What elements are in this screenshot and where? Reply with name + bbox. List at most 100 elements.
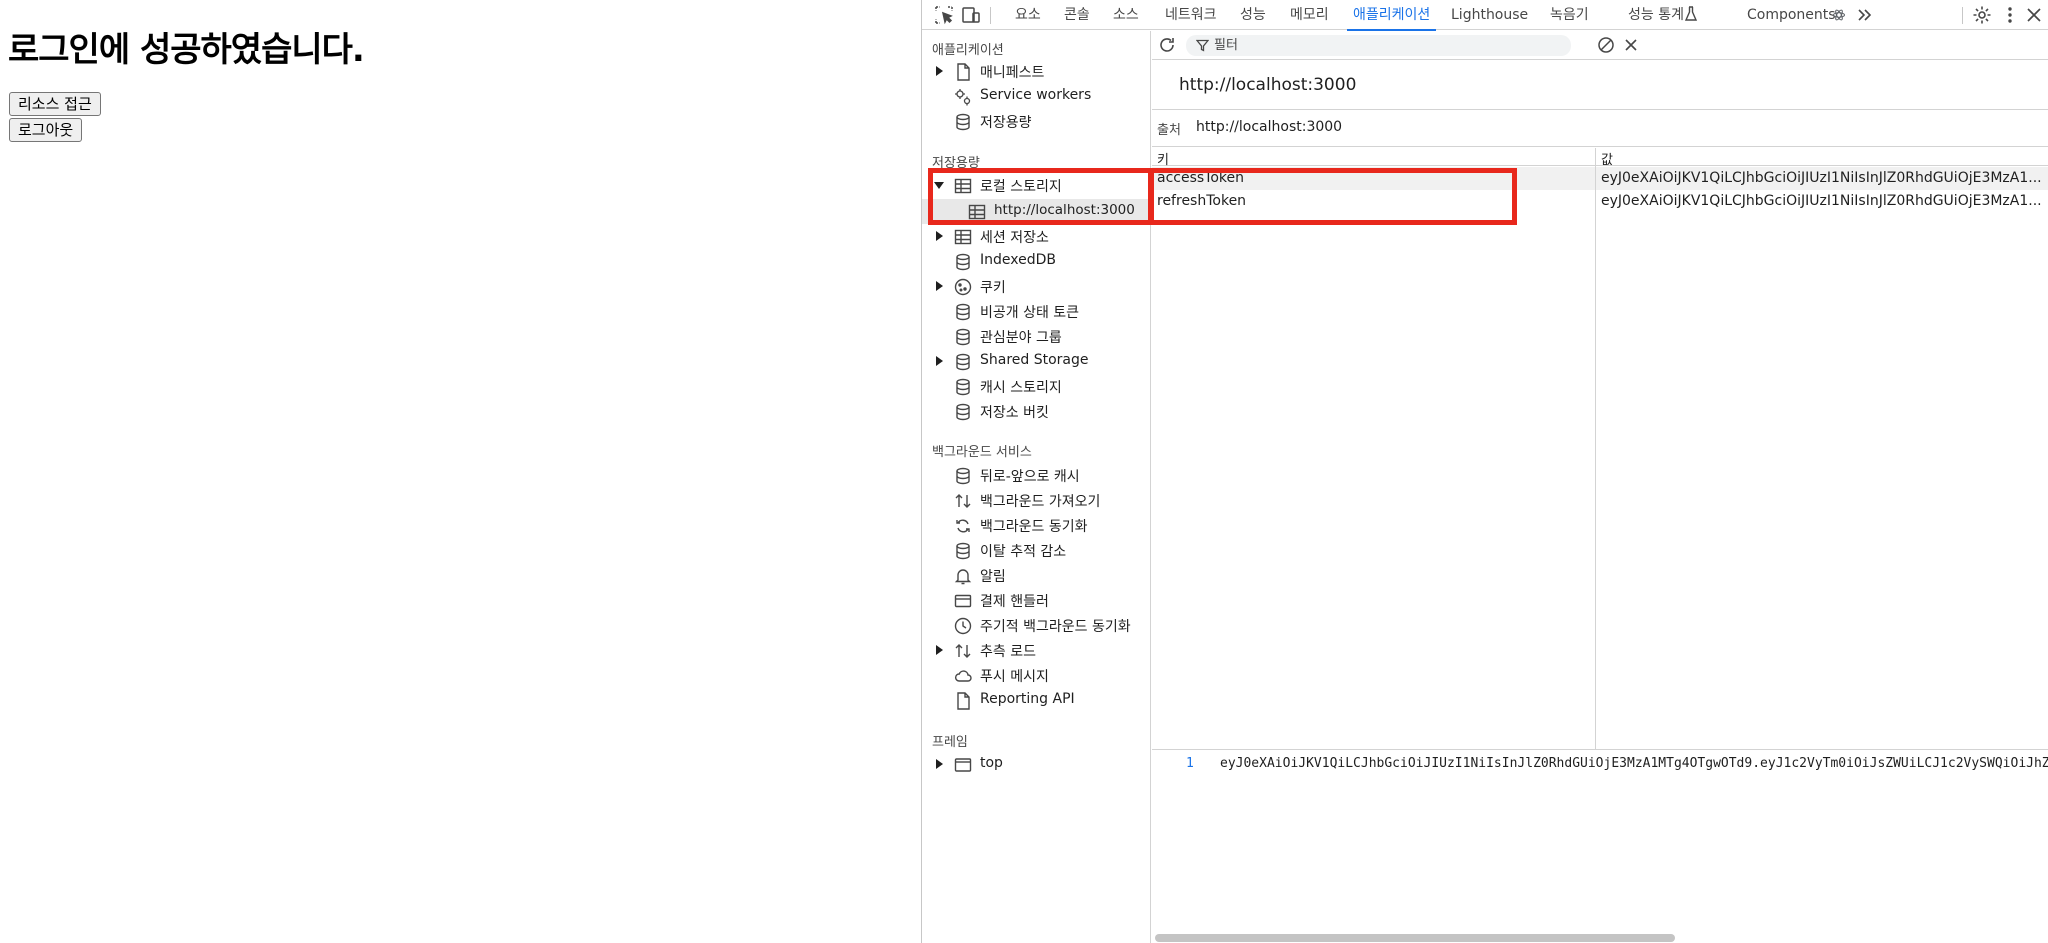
horizontal-scrollbar[interactable] bbox=[1152, 931, 2048, 943]
close-icon[interactable] bbox=[2023, 4, 2045, 26]
column-header-key[interactable]: 키 bbox=[1157, 149, 1169, 168]
sidebar-item-label: 푸시 메시지 bbox=[980, 669, 1049, 685]
sidebar-item-storage[interactable]: 저장용량 bbox=[922, 109, 1150, 134]
tab-sources[interactable]: 소스 bbox=[1113, 0, 1139, 30]
sidebar-item-label: 쿠키 bbox=[980, 280, 1006, 296]
sidebar-item-indexeddb[interactable]: IndexedDB bbox=[922, 249, 1150, 274]
sidebar-item-label: 캐시 스토리지 bbox=[980, 380, 1062, 396]
expand-arrow-icon[interactable] bbox=[936, 231, 943, 241]
more-tabs-icon[interactable] bbox=[1854, 4, 1876, 26]
gears-icon bbox=[953, 87, 973, 107]
sidebar-item-speculative-loads[interactable]: 추측 로드 bbox=[922, 638, 1150, 663]
sidebar-item-bfcache[interactable]: 뒤로-앞으로 캐시 bbox=[922, 463, 1150, 488]
sidebar-item-shared-storage[interactable]: Shared Storage bbox=[922, 349, 1150, 374]
sidebar-item-label: 관심분야 그룹 bbox=[980, 330, 1062, 346]
storage-filter-bar bbox=[1152, 31, 2048, 60]
local-storage-view: http://localhost:3000 출처 http://localhos… bbox=[1152, 31, 2048, 943]
kebab-menu-icon[interactable] bbox=[1999, 4, 2021, 26]
tab-components[interactable]: Components bbox=[1747, 0, 1836, 30]
delete-selected-icon[interactable] bbox=[1621, 35, 1641, 55]
refresh-icon[interactable] bbox=[1157, 35, 1177, 55]
sidebar-item-label: IndexedDB bbox=[980, 252, 1056, 268]
device-toggle-icon[interactable] bbox=[960, 4, 982, 26]
sidebar-item-payment-handler[interactable]: 결제 핸들러 bbox=[922, 588, 1150, 613]
table-icon bbox=[953, 176, 973, 196]
column-divider[interactable] bbox=[1595, 148, 1596, 750]
tab-performance-insights[interactable]: 성능 통계 bbox=[1628, 0, 1684, 30]
expand-arrow-icon[interactable] bbox=[936, 281, 943, 291]
tab-performance[interactable]: 성능 bbox=[1240, 0, 1266, 30]
sidebar-item-label: 주기적 백그라운드 동기화 bbox=[980, 619, 1131, 635]
sidebar-item-bounce-tracking[interactable]: 이탈 추적 감소 bbox=[922, 538, 1150, 563]
table-row[interactable]: refreshToken eyJ0eXAiOiJKV1QiLCJhbGciOiJ… bbox=[1152, 190, 2048, 213]
sidebar-item-private-state-tokens[interactable]: 비공개 상태 토큰 bbox=[922, 299, 1150, 324]
sidebar-item-periodic-background-sync[interactable]: 주기적 백그라운드 동기화 bbox=[922, 613, 1150, 638]
table-row[interactable]: accessToken eyJ0eXAiOiJKV1QiLCJhbGciOiJI… bbox=[1152, 167, 2048, 190]
sidebar-item-push-messaging[interactable]: 푸시 메시지 bbox=[922, 663, 1150, 688]
sidebar-item-background-sync[interactable]: 백그라운드 동기화 bbox=[922, 513, 1150, 538]
logout-button[interactable]: 로그아웃 bbox=[9, 118, 83, 142]
sidebar-item-label: 저장용량 bbox=[980, 115, 1032, 131]
sidebar-item-label: 결제 핸들러 bbox=[980, 594, 1049, 610]
expand-arrow-icon[interactable] bbox=[936, 66, 943, 76]
section-frames: 프레임 bbox=[932, 735, 968, 750]
credit-card-icon bbox=[953, 591, 973, 611]
tab-recorder[interactable]: 녹음기 bbox=[1550, 0, 1589, 30]
tab-network[interactable]: 네트워크 bbox=[1165, 0, 1217, 30]
arrows-up-down-icon bbox=[953, 491, 973, 511]
database-icon bbox=[953, 466, 973, 486]
file-icon bbox=[953, 62, 973, 82]
sidebar-item-reporting-api[interactable]: Reporting API bbox=[922, 688, 1150, 713]
table-header: 키 값 bbox=[1152, 148, 2048, 168]
tab-application[interactable]: 애플리케이션 bbox=[1346, 0, 1437, 31]
expand-arrow-icon[interactable] bbox=[936, 759, 943, 769]
sidebar-item-service-workers[interactable]: Service workers bbox=[922, 84, 1150, 109]
sidebar-item-interest-groups[interactable]: 관심분야 그룹 bbox=[922, 324, 1150, 349]
bell-icon bbox=[953, 566, 973, 586]
settings-icon[interactable] bbox=[1971, 4, 1993, 26]
database-icon bbox=[953, 252, 973, 272]
value-preview-pane: 1 eyJ0eXAiOiJKV1QiLCJhbGciOiJIUzI1NiIsIn… bbox=[1152, 751, 2048, 943]
section-application: 애플리케이션 bbox=[932, 43, 1004, 58]
sidebar-item-session-storage[interactable]: 세션 저장소 bbox=[922, 224, 1150, 249]
sidebar-item-label: 비공개 상태 토큰 bbox=[980, 305, 1080, 321]
inspect-icon[interactable] bbox=[933, 4, 955, 26]
table-icon bbox=[967, 202, 987, 222]
origin-title: http://localhost:3000 bbox=[1179, 75, 1357, 95]
sidebar-item-background-fetch[interactable]: 백그라운드 가져오기 bbox=[922, 488, 1150, 513]
filter-icon bbox=[1195, 39, 1210, 52]
collapse-arrow-icon[interactable] bbox=[934, 182, 944, 189]
sidebar-item-label: 백그라운드 가져오기 bbox=[980, 494, 1101, 510]
tab-console[interactable]: 콘솔 bbox=[1064, 0, 1090, 30]
resource-access-button[interactable]: 리소스 접근 bbox=[9, 92, 101, 116]
sidebar-item-cache-storage[interactable]: 캐시 스토리지 bbox=[922, 374, 1150, 399]
section-background-services: 백그라운드 서비스 bbox=[932, 445, 1032, 460]
tab-lighthouse[interactable]: Lighthouse bbox=[1451, 0, 1528, 30]
preview-text: eyJ0eXAiOiJKV1QiLCJhbGciOiJIUzI1NiIsInJl… bbox=[1220, 756, 2048, 771]
sidebar-item-label: 뒤로-앞으로 캐시 bbox=[980, 469, 1080, 485]
column-header-value[interactable]: 값 bbox=[1601, 149, 1613, 168]
sidebar-item-notifications[interactable]: 알림 bbox=[922, 563, 1150, 588]
sidebar-item-label: top bbox=[980, 755, 1003, 771]
sidebar-item-storage-buckets[interactable]: 저장소 버킷 bbox=[922, 399, 1150, 424]
database-icon bbox=[953, 327, 973, 347]
tab-memory[interactable]: 메모리 bbox=[1290, 0, 1329, 30]
file-icon bbox=[953, 691, 973, 711]
sidebar-item-localhost-origin[interactable]: http://localhost:3000 bbox=[922, 199, 1150, 224]
sidebar-item-manifest[interactable]: 매니페스트 bbox=[922, 59, 1150, 84]
cookie-icon bbox=[953, 277, 973, 297]
origin-label: 출처 bbox=[1157, 123, 1181, 138]
line-number: 1 bbox=[1186, 756, 1194, 771]
expand-arrow-icon[interactable] bbox=[936, 645, 943, 655]
filter-field[interactable] bbox=[1186, 35, 1571, 56]
sidebar-item-cookies[interactable]: 쿠키 bbox=[922, 274, 1150, 299]
sidebar-item-frame-top[interactable]: top bbox=[922, 752, 1150, 777]
tab-elements[interactable]: 요소 bbox=[1015, 0, 1041, 30]
sidebar-item-local-storage[interactable]: 로컬 스토리지 bbox=[922, 173, 1150, 198]
expand-arrow-icon[interactable] bbox=[936, 356, 943, 366]
clear-all-icon[interactable] bbox=[1596, 35, 1616, 55]
react-icon bbox=[1833, 9, 1845, 21]
filter-input[interactable] bbox=[1214, 36, 1554, 55]
scrollbar-thumb[interactable] bbox=[1155, 934, 1675, 942]
database-icon bbox=[953, 377, 973, 397]
